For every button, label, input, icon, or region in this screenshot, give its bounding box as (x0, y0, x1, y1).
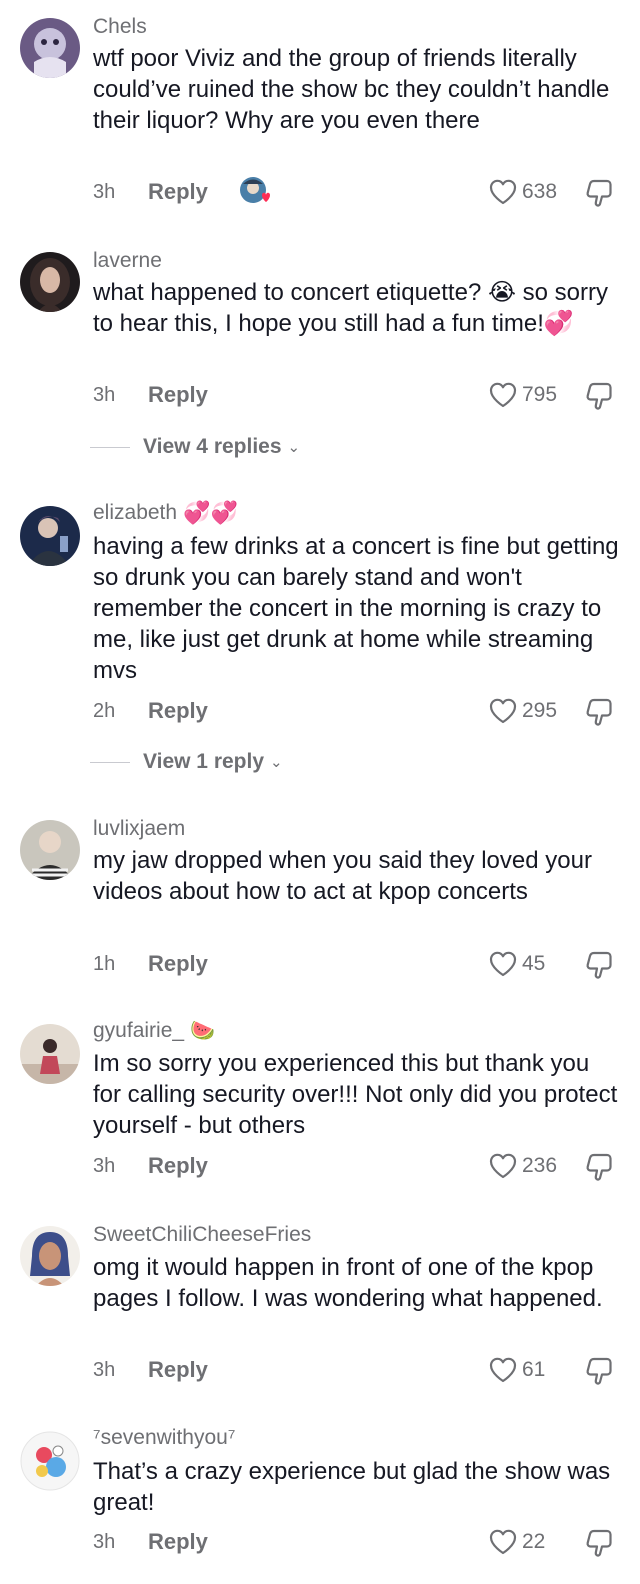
comment-item: gyufairie_ 🍉 Im so sorry you experienced … (0, 1018, 640, 1198)
comment-meta: 1h Reply 45 (93, 949, 623, 983)
comment-text: my jaw dropped when you said they loved … (93, 847, 592, 905)
like-button[interactable]: 795 (488, 380, 557, 410)
reply-button[interactable]: Reply (148, 382, 208, 408)
avatar[interactable] (20, 820, 80, 880)
heart-icon (489, 179, 517, 205)
like-button[interactable]: 61 (488, 1355, 545, 1385)
heart-icon (489, 951, 517, 977)
comment-meta: 3h Reply 22 (93, 1527, 623, 1561)
view-replies-button[interactable]: View 1 reply ⌄ (90, 747, 490, 777)
divider (90, 446, 130, 448)
reply-button[interactable]: Reply (148, 1153, 208, 1179)
avatar[interactable] (20, 1431, 80, 1491)
chevron-down-icon: ⌄ (287, 439, 301, 456)
avatar[interactable] (20, 18, 80, 78)
comment-time: 2h (93, 700, 116, 722)
watermelon-emoji: 🍉 (190, 1020, 215, 1042)
avatar[interactable] (20, 1226, 80, 1286)
like-count: 61 (522, 1358, 546, 1381)
dislike-icon[interactable] (583, 1527, 615, 1559)
comment-meta: 3h Reply 61 (93, 1355, 623, 1389)
like-count: 45 (522, 952, 546, 975)
dislike-icon[interactable] (583, 1355, 615, 1387)
comment-username[interactable]: ⁷sevenwithyou⁷ (93, 1425, 235, 1451)
like-button[interactable]: 45 (488, 949, 545, 979)
comment-item: SweetChiliCheeseFries omg it would happe… (0, 1222, 640, 1402)
comment-text: omg it would happen in front of one of t… (93, 1254, 603, 1312)
like-button[interactable]: 22 (488, 1527, 545, 1557)
heart-icon (489, 1153, 517, 1179)
comment-item: elizabeth 💞💞 having a few drinks at a con… (0, 500, 640, 780)
chevron-down-icon: ⌄ (270, 754, 283, 771)
comment-time: 3h (93, 1531, 116, 1553)
comment-text: wtf poor Viviz and the group of friends … (93, 45, 610, 134)
comment-username[interactable]: luvlixjaem (93, 816, 185, 842)
comment-meta: 3h Reply 638 (93, 177, 623, 211)
comment-time: 3h (93, 1155, 116, 1177)
heart-icon (489, 698, 517, 724)
reply-button[interactable]: Reply (148, 951, 208, 977)
heart-icon (489, 1357, 517, 1383)
like-count: 295 (522, 699, 558, 722)
like-button[interactable]: 236 (488, 1151, 557, 1181)
dislike-icon[interactable] (583, 380, 615, 412)
dislike-icon[interactable] (583, 1151, 615, 1183)
comment-meta: 3h Reply 236 (93, 1151, 623, 1185)
comment-text: having a few drinks at a concert is fine… (93, 533, 619, 684)
comment-time: 3h (93, 181, 116, 203)
like-button[interactable]: 638 (488, 177, 557, 207)
comment-text: That’s a crazy experience but glad the s… (93, 1458, 611, 1516)
comment-meta: 3h Reply 795 (93, 380, 623, 414)
divider (90, 761, 130, 763)
comment-username[interactable]: gyufairie_ 🍉 (93, 1018, 215, 1044)
comment-username[interactable]: SweetChiliCheeseFries (93, 1222, 311, 1248)
comment-item: ⁷sevenwithyou⁷ That’s a crazy experience… (0, 1425, 640, 1584)
hearts-emoji: 💞💞 (183, 500, 238, 525)
reply-button[interactable]: Reply (148, 1529, 208, 1555)
comment-meta: 2h Reply 295 (93, 696, 623, 730)
view-replies-button[interactable]: View 4 replies ⌄ (90, 432, 490, 462)
comment-item: Chels wtf poor Viviz and the group of fr… (0, 14, 640, 224)
dislike-icon[interactable] (583, 177, 615, 209)
comment-time: 3h (93, 1359, 116, 1381)
avatar[interactable] (20, 1024, 80, 1084)
comment-time: 1h (93, 953, 116, 975)
like-count: 795 (522, 383, 558, 406)
reply-button[interactable]: Reply (148, 698, 208, 724)
dislike-icon[interactable] (583, 949, 615, 981)
dislike-icon[interactable] (583, 696, 615, 728)
creator-liked-icon (238, 175, 272, 209)
avatar[interactable] (20, 506, 80, 566)
avatar[interactable] (20, 252, 80, 312)
like-count: 236 (522, 1154, 558, 1177)
reply-button[interactable]: Reply (148, 179, 208, 205)
comment-text: what happened to concert etiquette? 😭 so… (93, 279, 609, 337)
comment-username[interactable]: elizabeth 💞💞 (93, 500, 238, 526)
comment-username[interactable]: Chels (93, 14, 147, 40)
heart-icon (489, 1529, 517, 1555)
comment-time: 3h (93, 384, 116, 406)
comment-text: Im so sorry you experienced this but tha… (93, 1050, 618, 1139)
comment-item: laverne what happened to concert etiquet… (0, 248, 640, 468)
like-button[interactable]: 295 (488, 696, 557, 726)
comment-item: luvlixjaem my jaw dropped when you said … (0, 816, 640, 996)
heart-icon (489, 382, 517, 408)
reply-button[interactable]: Reply (148, 1357, 208, 1383)
like-count: 638 (522, 180, 558, 203)
comment-username[interactable]: laverne (93, 248, 162, 274)
like-count: 22 (522, 1530, 546, 1553)
